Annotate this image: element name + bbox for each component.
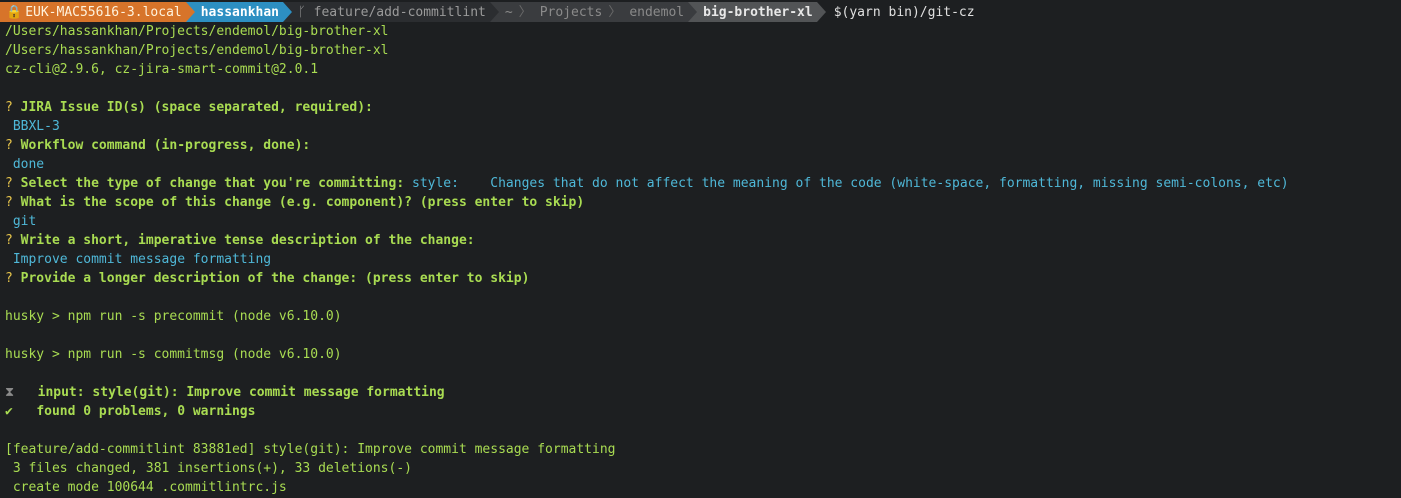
user-segment: hassankhan	[194, 2, 284, 22]
question-text: JIRA Issue ID(s) (space separated, requi…	[20, 100, 373, 115]
husky-commitmsg-line: husky > npm run -s commitmsg (node v6.10…	[5, 347, 342, 362]
segment-arrow-icon	[688, 2, 698, 22]
answer-text: style: Changes that do not affect the me…	[412, 176, 1289, 191]
input-label: input:	[37, 385, 85, 400]
git-stats-line: 3 files changed, 381 insertions(+), 33 d…	[5, 461, 412, 476]
git-create-line: create mode 100644 .commitlintrc.js	[5, 480, 287, 495]
powerline-prompt: 🔒 EUK-MAC55616-3.local hassankhan ᚴ featu…	[0, 2, 1396, 22]
question-mark-icon: ?	[5, 233, 13, 248]
host-segment: 🔒 EUK-MAC55616-3.local	[0, 2, 186, 22]
segment-arrow-icon	[816, 2, 826, 22]
hourglass-icon: ⧗	[5, 385, 15, 400]
answer-line: git	[5, 212, 1396, 231]
question-line: ? Provide a longer description of the ch…	[5, 269, 1396, 288]
branch-name: feature/add-commitlint	[313, 4, 486, 20]
git-branch-segment: ᚴ feature/add-commitlint	[292, 2, 490, 22]
answer-line: Improve commit message formatting	[5, 250, 1396, 269]
husky-precommit-line: husky > npm run -s precommit (node v6.10…	[5, 309, 342, 324]
question-mark-icon: ?	[5, 138, 13, 153]
host-name: EUK-MAC55616-3.local	[25, 4, 182, 20]
answer-text: BBXL-3	[12, 119, 60, 134]
input-text: style(git): Improve commit message forma…	[92, 385, 445, 400]
question-line: ? What is the scope of this change (e.g.…	[5, 193, 1396, 212]
output-line: cz-cli@2.9.6, cz-jira-smart-commit@2.0.1	[5, 62, 319, 77]
segment-arrow-icon	[489, 2, 499, 22]
commitlint-input-line: ⧗ input: style(git): Improve commit mess…	[5, 383, 1396, 402]
question-line: ? Select the type of change that you're …	[5, 174, 1396, 193]
dir-segment-home: ~	[498, 2, 517, 22]
output-line: /Users/hassankhan/Projects/endemol/big-b…	[5, 43, 389, 58]
question-line: ? Write a short, imperative tense descri…	[5, 231, 1396, 250]
lock-icon: 🔒	[6, 4, 23, 20]
checkmark-icon: ✔	[5, 404, 13, 419]
segment-arrow-icon	[283, 2, 293, 22]
answer-text: git	[12, 214, 37, 229]
question-mark-icon: ?	[5, 176, 13, 191]
git-summary-line: [feature/add-commitlint 83881ed] style(g…	[5, 442, 616, 457]
dir-segment-endemol: endemol	[623, 2, 689, 22]
answer-line: BBXL-3	[5, 117, 1396, 136]
question-text: Provide a longer description of the chan…	[20, 271, 530, 286]
branch-icon: ᚴ	[298, 4, 314, 20]
result-text: found 0 problems, 0 warnings	[36, 404, 256, 419]
command-text: $(yarn bin)/git-cz	[833, 4, 975, 20]
segment-arrow-icon	[185, 2, 195, 22]
dir-segment-projects: Projects	[533, 2, 607, 22]
question-mark-icon: ?	[5, 100, 13, 115]
question-line: ? JIRA Issue ID(s) (space separated, req…	[5, 98, 1396, 117]
question-text: Workflow command (in-progress, done):	[20, 138, 311, 153]
dir-separator-icon: 〉	[606, 2, 624, 22]
question-mark-icon: ?	[5, 271, 13, 286]
commitlint-result-line: ✔ found 0 problems, 0 warnings	[5, 402, 1396, 421]
answer-line: done	[5, 155, 1396, 174]
question-text: Select the type of change that you're co…	[20, 176, 405, 191]
question-text: What is the scope of this change (e.g. c…	[20, 195, 585, 210]
question-text: Write a short, imperative tense descript…	[20, 233, 475, 248]
dir-separator-icon: 〉	[516, 2, 534, 22]
current-dir-segment: big-brother-xl	[697, 2, 817, 22]
answer-text: Improve commit message formatting	[12, 252, 272, 267]
terminal[interactable]: 🔒 EUK-MAC55616-3.local hassankhan ᚴ featu…	[0, 0, 1401, 497]
question-line: ? Workflow command (in-progress, done):	[5, 136, 1396, 155]
question-mark-icon: ?	[5, 195, 13, 210]
answer-text: done	[12, 157, 45, 172]
output-line: /Users/hassankhan/Projects/endemol/big-b…	[5, 24, 389, 39]
